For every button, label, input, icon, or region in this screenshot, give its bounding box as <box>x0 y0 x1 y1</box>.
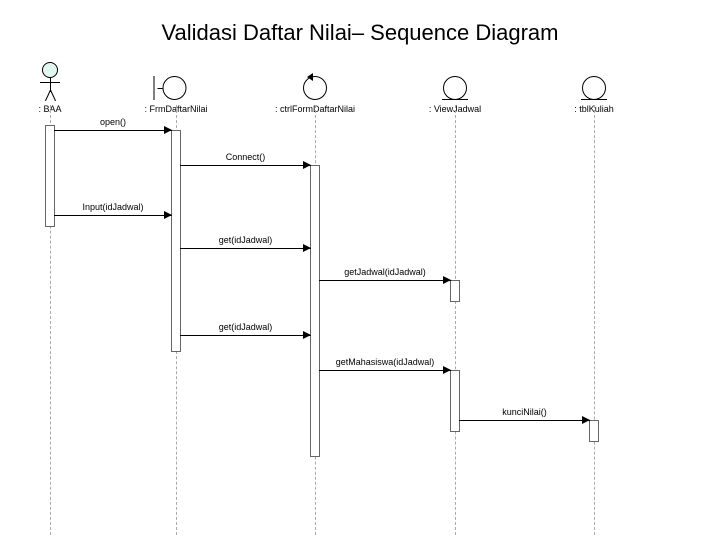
arrowhead-icon <box>443 366 451 374</box>
message-line <box>319 370 451 371</box>
activation <box>589 420 599 442</box>
boundary-frm <box>154 76 187 100</box>
activation <box>450 370 460 432</box>
message-line <box>54 130 172 131</box>
entity-view <box>442 76 468 100</box>
message-label: getMahasiswa(idJadwal) <box>336 357 435 367</box>
arrowhead-icon <box>303 331 311 339</box>
message-label: getJadwal(idJadwal) <box>344 267 426 277</box>
arrowhead-icon <box>303 244 311 252</box>
lifeline-view <box>455 105 456 535</box>
activation <box>171 130 181 352</box>
message-line <box>180 248 311 249</box>
actor-baa <box>40 62 60 93</box>
message-line <box>54 215 172 216</box>
message-label: get(idJadwal) <box>219 235 273 245</box>
message-label: Input(idJadwal) <box>82 202 143 212</box>
arrowhead-icon <box>164 211 172 219</box>
message-label: kunciNilai() <box>502 407 547 417</box>
diagram-title: Validasi Daftar Nilai– Sequence Diagram <box>0 20 720 46</box>
activation <box>310 165 320 457</box>
control-ctrl <box>303 76 327 100</box>
arrowhead-icon <box>443 276 451 284</box>
arrowhead-icon <box>303 161 311 169</box>
activation <box>450 280 460 302</box>
message-label: get(idJadwal) <box>219 322 273 332</box>
arrowhead-icon <box>164 126 172 134</box>
arrowhead-icon <box>582 416 590 424</box>
message-label: Connect() <box>226 152 266 162</box>
message-line <box>180 165 311 166</box>
activation <box>45 125 55 227</box>
message-line <box>180 335 311 336</box>
message-label: open() <box>100 117 126 127</box>
message-line <box>319 280 451 281</box>
message-line <box>459 420 590 421</box>
entity-tbl <box>581 76 607 100</box>
lifeline-tbl <box>594 105 595 535</box>
